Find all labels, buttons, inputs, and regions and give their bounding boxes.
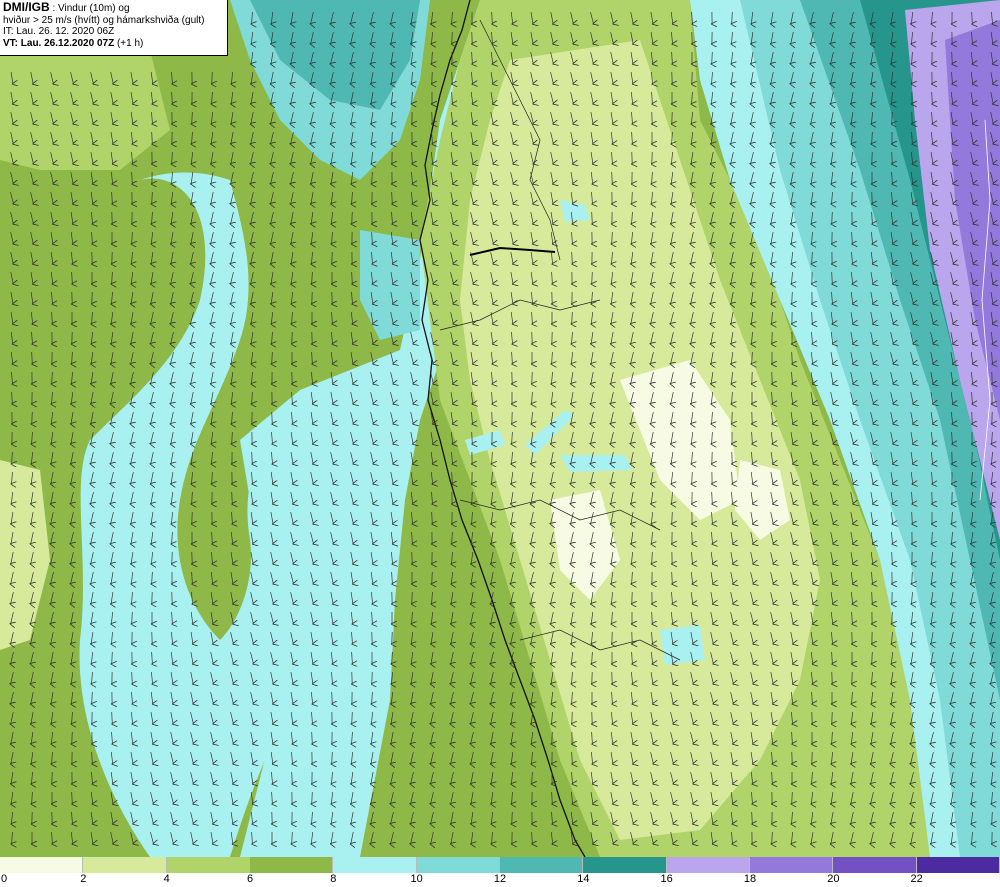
legend-tick-4: 4 (163, 873, 170, 885)
legend-tick-10: 10 (410, 873, 423, 885)
info-vt-row: VT: Lau. 26.12.2020 07Z (+1 h) (3, 38, 224, 50)
info-source: DMI/IGB (3, 0, 50, 14)
legend-tick-6: 6 (246, 873, 254, 885)
legend-tick-18: 18 (743, 873, 757, 885)
wind-speed-map (0, 0, 1000, 857)
legend-tick-0: 0 (0, 873, 8, 885)
legend-swatch-6-8 (249, 857, 334, 873)
legend-tick-22: 22 (910, 873, 923, 885)
legend-swatch-4-6 (166, 857, 250, 873)
legend-swatch-16-18 (666, 857, 750, 873)
legend-swatch-18-20 (749, 857, 834, 873)
legend-swatch-22-24 (916, 857, 1000, 873)
info-title-rest: : Vindur (10m) og (49, 3, 130, 14)
info-vt-offset: (+1 h) (114, 37, 144, 49)
legend-swatch-2-4 (83, 857, 167, 873)
legend-swatch-20-22 (833, 857, 917, 873)
info-line2: hviður > 25 m/s (hvítt) og hámarkshviða … (3, 14, 205, 26)
wind-map-view: DMI/IGB : Vindur (10m) og hviður > 25 m/… (0, 0, 1000, 887)
legend-swatch-14-16 (583, 857, 667, 873)
info-box: DMI/IGB : Vindur (10m) og hviður > 25 m/… (0, 0, 228, 56)
lake-e (660, 625, 705, 665)
legend-tick-2: 2 (80, 873, 87, 885)
legend-swatch-10-12 (416, 857, 500, 873)
legend-tick-12: 12 (493, 873, 507, 885)
info-vt-label: VT: Lau. 26.12.2020 07Z (3, 37, 115, 49)
legend-tick-20: 20 (827, 873, 840, 885)
legend-tick-14: 14 (577, 873, 590, 885)
legend-swatch-8-10 (333, 857, 417, 873)
info-title-row: DMI/IGB : Vindur (10m) og (3, 0, 224, 15)
legend-tick-8: 8 (330, 873, 337, 885)
legend-bar (0, 857, 1000, 873)
legend-tick-16: 16 (660, 873, 673, 885)
legend-swatch-12-14 (499, 857, 584, 873)
legend-swatch-0-2 (0, 857, 84, 873)
info-line3: IT: Lau. 26. 12. 2020 06Z (3, 26, 115, 37)
color-legend: 0 2 4 6 8 10 12 14 16 18 20 22 (0, 857, 1000, 887)
